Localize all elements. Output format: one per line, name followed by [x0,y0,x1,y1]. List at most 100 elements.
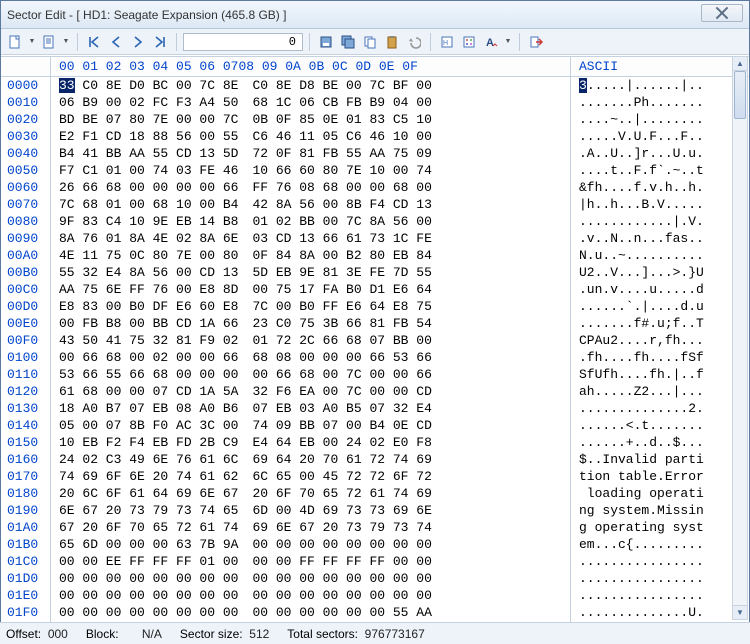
hex-row[interactable]: 65 6D 00 00 00 63 7B 9A00 00 00 00 00 00… [51,536,570,553]
undo-icon[interactable] [404,32,424,52]
nav-prev-icon[interactable] [106,32,126,52]
offset-cell: 00A0 [1,247,50,264]
hex-row[interactable]: 00 00 00 00 00 00 00 0000 00 00 00 00 00… [51,604,570,621]
dropdown-icon[interactable]: ▼ [503,38,513,45]
hex-row[interactable]: 06 B9 00 02 FC F3 A4 5068 1C 06 CB FB B9… [51,94,570,111]
hex-row[interactable]: AA 75 6E FF 76 00 E8 8D00 75 17 FA B0 D1… [51,281,570,298]
ascii-row: ......`.|....d.u [571,298,749,315]
offset-cell: 0100 [1,349,50,366]
ascii-row: ......+..d..$... [571,434,749,451]
ascii-row: ..............2. [571,400,749,417]
scroll-thumb[interactable] [734,71,746,119]
offset-cell: 01E0 [1,587,50,604]
ascii-row: .......f#.u;f..T [571,315,749,332]
ascii-row: N.u..~.......... [571,247,749,264]
hex-row[interactable]: 43 50 41 75 32 81 F9 0201 72 2C 66 68 07… [51,332,570,349]
ascii-row: g operating syst [571,519,749,536]
offset-cell: 0030 [1,128,50,145]
offset-cell: 00C0 [1,281,50,298]
offset-cell: 00B0 [1,264,50,281]
dropdown-icon[interactable]: ▼ [27,38,37,45]
offset-cell: 0160 [1,451,50,468]
hex-row[interactable]: 55 32 E4 8A 56 00 CD 135D EB 9E 81 3E FE… [51,264,570,281]
svg-text:H: H [443,40,448,47]
ascii-row: .......Ph....... [571,94,749,111]
hex-icon[interactable]: H [437,32,457,52]
save-icon[interactable] [316,32,336,52]
dropdown-icon[interactable]: ▼ [61,38,71,45]
hex-row[interactable]: 24 02 C3 49 6E 76 61 6C69 64 20 70 61 72… [51,451,570,468]
hex-row[interactable]: B4 41 BB AA 55 CD 13 5D72 0F 81 FB 55 AA… [51,145,570,162]
hex-row[interactable]: 8A 76 01 8A 4E 02 8A 6E03 CD 13 66 61 73… [51,230,570,247]
offset-cell: 0040 [1,145,50,162]
ascii-row: CPAu2....r,fh... [571,332,749,349]
hex-row[interactable]: 6E 67 20 73 79 73 74 656D 00 4D 69 73 73… [51,502,570,519]
scroll-up-icon[interactable]: ▲ [733,57,747,71]
hex-bytes-column[interactable]: 00 01 02 03 04 05 06 0708 09 0A 0B 0C 0D… [51,57,571,622]
ascii-row: ............|.V. [571,213,749,230]
nav-first-icon[interactable] [84,32,104,52]
fill-icon[interactable] [459,32,479,52]
hex-row[interactable]: 00 FB B8 00 BB CD 1A 6623 C0 75 3B 66 81… [51,315,570,332]
nav-last-icon[interactable] [150,32,170,52]
ascii-row: .A..U..]r...U.u. [571,145,749,162]
hex-row[interactable]: 53 66 55 66 68 00 00 0000 66 68 00 7C 00… [51,366,570,383]
hex-row[interactable]: 00 00 00 00 00 00 00 0000 00 00 00 00 00… [51,587,570,604]
hex-row[interactable]: 74 69 6F 6E 20 74 61 626C 65 00 45 72 72… [51,468,570,485]
ascii-row: $..Invalid parti [571,451,749,468]
font-icon[interactable]: A [481,32,501,52]
ascii-column: ASCII 3.....|......|.........Ph.........… [571,57,749,622]
ascii-header: ASCII [571,57,749,77]
ascii-row: .fh....fh....fSf [571,349,749,366]
offset-cell: 0020 [1,111,50,128]
status-bar: Offset: 000 Block: N/A Sector size: 512 … [0,622,750,644]
paste-icon[interactable] [382,32,402,52]
toolbar: ▼ ▼ 0 H A ▼ [1,29,749,55]
vertical-scrollbar[interactable]: ▲ ▼ [732,56,748,620]
hex-row[interactable]: E8 83 00 B0 DF E6 60 E87C 00 B0 FF E6 64… [51,298,570,315]
hex-row[interactable]: 26 66 68 00 00 00 00 66FF 76 08 68 00 00… [51,179,570,196]
page-icon[interactable] [39,32,59,52]
hex-row[interactable]: E2 F1 CD 18 88 56 00 55C6 46 11 05 C6 46… [51,128,570,145]
offset-cell: 00E0 [1,315,50,332]
hex-row[interactable]: 00 00 EE FF FF FF 01 0000 00 FF FF FF FF… [51,553,570,570]
sector-number-input[interactable]: 0 [183,33,303,51]
window-title: Sector Edit - [ HD1: Seagate Expansion (… [7,8,286,22]
hex-row[interactable]: 33 C0 8E D0 BC 00 7C 8EC0 8E D8 BE 00 7C… [51,77,570,94]
ascii-row: ................ [571,570,749,587]
hex-row[interactable]: 4E 11 75 0C 80 7E 00 800F 84 8A 00 B2 80… [51,247,570,264]
new-doc-icon[interactable] [5,32,25,52]
offset-cell: 0090 [1,230,50,247]
ascii-row: ....~..|........ [571,111,749,128]
hex-row[interactable]: 18 A0 B7 07 EB 08 A0 B607 EB 03 A0 B5 07… [51,400,570,417]
close-button[interactable] [701,4,743,22]
hex-row[interactable]: 10 EB F2 F4 EB FD 2B C9E4 64 EB 00 24 02… [51,434,570,451]
hex-row[interactable]: 9F 83 C4 10 9E EB 14 B801 02 BB 00 7C 8A… [51,213,570,230]
ascii-row: |h..h...B.V..... [571,196,749,213]
hex-row[interactable]: 7C 68 01 00 68 10 00 B442 8A 56 00 8B F4… [51,196,570,213]
hex-row[interactable]: 00 66 68 00 02 00 00 6668 08 00 00 00 66… [51,349,570,366]
scroll-down-icon[interactable]: ▼ [733,605,747,619]
hex-row[interactable]: 00 00 00 00 00 00 00 0000 00 00 00 00 00… [51,570,570,587]
hex-row[interactable]: 61 68 00 00 07 CD 1A 5A32 F6 EA 00 7C 00… [51,383,570,400]
hex-editor: 0000001000200030004000500060007000800090… [1,56,749,622]
ascii-row: tion table.Error [571,468,749,485]
offset-cell: 00F0 [1,332,50,349]
ascii-row: ................ [571,587,749,604]
ascii-row: ..............U. [571,604,749,621]
ascii-row: ....t..F.f`.~..t [571,162,749,179]
exit-icon[interactable] [526,32,546,52]
hex-row[interactable]: 20 6C 6F 61 64 69 6E 6720 6F 70 65 72 61… [51,485,570,502]
ascii-row: 3.....|......|.. [571,77,749,94]
offset-cell: 0080 [1,213,50,230]
offset-cell: 01B0 [1,536,50,553]
copy-icon[interactable] [360,32,380,52]
nav-next-icon[interactable] [128,32,148,52]
ascii-row: ng system.Missin [571,502,749,519]
save-all-icon[interactable] [338,32,358,52]
hex-row[interactable]: 05 00 07 8B F0 AC 3C 0074 09 BB 07 00 B4… [51,417,570,434]
window-titlebar: Sector Edit - [ HD1: Seagate Expansion (… [1,1,749,29]
hex-row[interactable]: F7 C1 01 00 74 03 FE 4610 66 60 80 7E 10… [51,162,570,179]
hex-row[interactable]: 67 20 6F 70 65 72 61 7469 6E 67 20 73 79… [51,519,570,536]
hex-row[interactable]: BD BE 07 80 7E 00 00 7C0B 0F 85 0E 01 83… [51,111,570,128]
